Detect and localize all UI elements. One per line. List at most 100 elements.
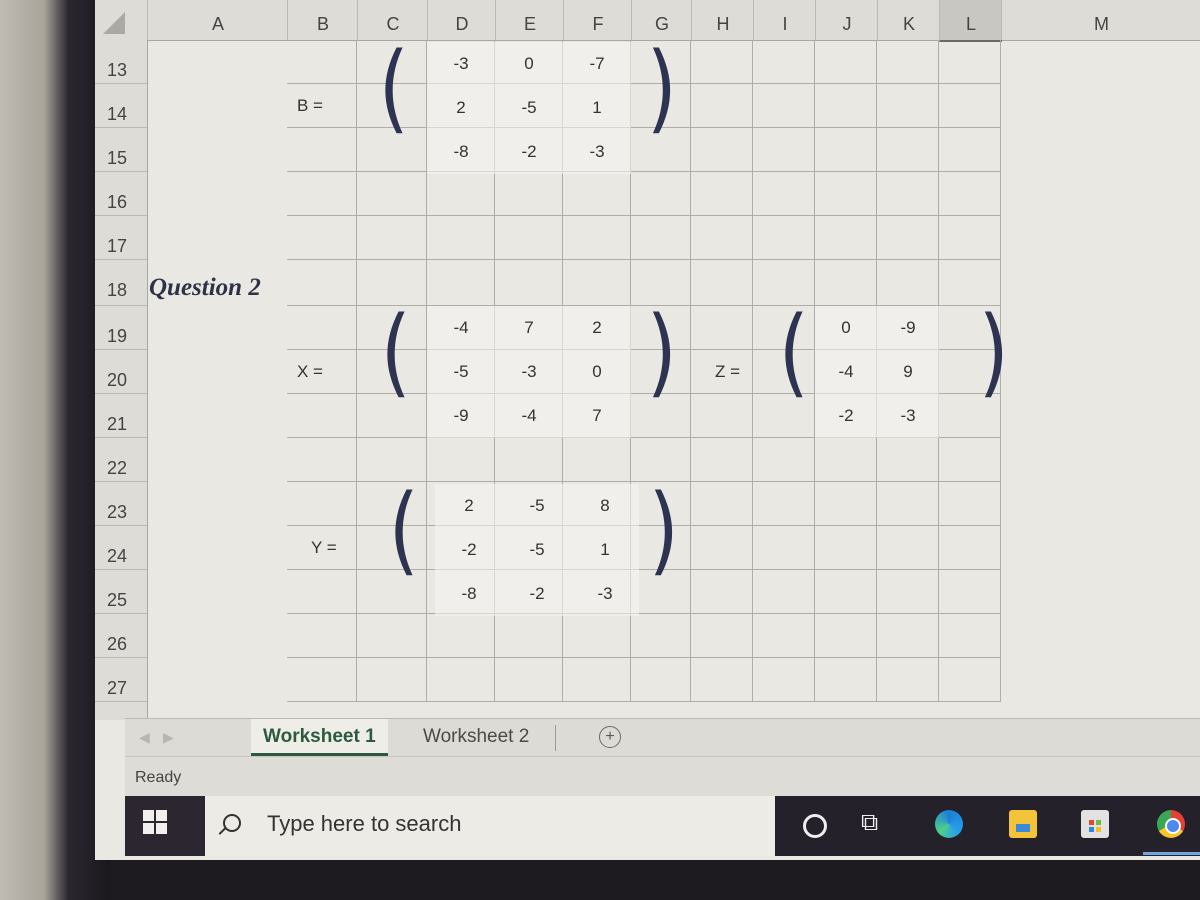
grid-cell[interactable]	[753, 658, 815, 702]
matrix-y-cell[interactable]: -2	[435, 528, 503, 572]
matrix-y-cell[interactable]: 1	[571, 528, 639, 572]
grid-cell[interactable]	[427, 614, 495, 658]
grid-cell[interactable]	[287, 172, 357, 216]
grid-cell[interactable]	[815, 260, 877, 306]
matrix-z-label[interactable]: Z =	[705, 350, 765, 394]
grid-cell[interactable]	[691, 84, 753, 128]
grid-cell[interactable]	[939, 172, 1001, 216]
grid-cell[interactable]	[877, 526, 939, 570]
matrix-b-label[interactable]: B =	[287, 84, 357, 128]
grid-cell[interactable]	[147, 394, 287, 438]
grid-cell[interactable]	[495, 614, 563, 658]
grid-cell[interactable]	[691, 260, 753, 306]
matrix-x-cell[interactable]: 7	[495, 306, 563, 350]
row-header-13[interactable]: 13	[95, 40, 147, 84]
grid-cell[interactable]	[287, 40, 357, 84]
task-view-icon[interactable]: ⧉	[861, 808, 889, 836]
tab-worksheet-1[interactable]: Worksheet 1	[251, 719, 388, 756]
grid-cell[interactable]	[815, 570, 877, 614]
grid-cell[interactable]	[147, 306, 287, 350]
matrix-x-cell[interactable]: -9	[427, 394, 495, 438]
grid-cell[interactable]	[815, 438, 877, 482]
matrix-b-cell[interactable]: 2	[427, 86, 495, 130]
grid-cell[interactable]	[753, 216, 815, 260]
grid-cell[interactable]	[147, 482, 287, 526]
matrix-y-cell[interactable]: -5	[503, 484, 571, 528]
grid-cell[interactable]	[939, 482, 1001, 526]
grid-cell[interactable]	[691, 306, 753, 350]
matrix-y-cell[interactable]: -2	[503, 572, 571, 616]
grid-cell[interactable]	[357, 614, 427, 658]
grid-cell[interactable]	[815, 172, 877, 216]
grid-cell[interactable]	[815, 128, 877, 172]
matrix-x-cell[interactable]: -3	[495, 350, 563, 394]
grid-cell[interactable]	[563, 172, 631, 216]
matrix-b-cell[interactable]: -5	[495, 86, 563, 130]
matrix-x-cell[interactable]: -4	[495, 394, 563, 438]
grid-cell[interactable]	[147, 216, 287, 260]
matrix-b-cell[interactable]: -3	[563, 130, 631, 174]
grid-cell[interactable]	[877, 128, 939, 172]
grid-cell[interactable]	[753, 614, 815, 658]
matrix-b-cell[interactable]: -7	[563, 42, 631, 86]
grid-cell[interactable]	[631, 614, 691, 658]
row-header-22[interactable]: 22	[95, 438, 147, 482]
grid-cell[interactable]	[753, 128, 815, 172]
grid-cell[interactable]	[147, 438, 287, 482]
matrix-b-cell[interactable]: -2	[495, 130, 563, 174]
grid-cell[interactable]	[691, 570, 753, 614]
matrix-x-cell[interactable]: 0	[563, 350, 631, 394]
select-all-button[interactable]	[103, 12, 125, 34]
sheet-next-arrow-icon[interactable]: ▶	[163, 729, 174, 746]
matrix-b-cell[interactable]: -3	[427, 42, 495, 86]
grid-cell[interactable]	[287, 394, 357, 438]
grid-cell[interactable]	[753, 172, 815, 216]
matrix-x-cell[interactable]: 7	[563, 394, 631, 438]
grid-cell[interactable]	[287, 216, 357, 260]
grid-cell[interactable]	[563, 658, 631, 702]
edge-icon[interactable]	[935, 810, 963, 838]
grid-cell[interactable]	[691, 216, 753, 260]
grid-cell[interactable]	[563, 438, 631, 482]
cortana-icon[interactable]	[803, 814, 827, 838]
matrix-y-cell[interactable]: 2	[435, 484, 503, 528]
matrix-x-label[interactable]: X =	[287, 350, 357, 394]
column-header-f[interactable]: F	[563, 0, 632, 40]
grid-cell[interactable]	[287, 306, 357, 350]
matrix-z-cell[interactable]: -4	[815, 350, 877, 394]
row-header-27[interactable]: 27	[95, 658, 147, 702]
grid-cell[interactable]	[563, 614, 631, 658]
grid-cell[interactable]	[815, 526, 877, 570]
matrix-b-cell[interactable]: 1	[563, 86, 631, 130]
grid-cell[interactable]	[877, 482, 939, 526]
grid-cell[interactable]	[815, 614, 877, 658]
grid-cell[interactable]	[691, 614, 753, 658]
grid-cell[interactable]	[815, 40, 877, 84]
grid-cell[interactable]	[427, 438, 495, 482]
row-header-23[interactable]: 23	[95, 482, 147, 526]
row-header-24[interactable]: 24	[95, 526, 147, 570]
grid-cell[interactable]	[427, 658, 495, 702]
matrix-x-cell[interactable]: -4	[427, 306, 495, 350]
grid-cell[interactable]	[877, 172, 939, 216]
matrix-x-cell[interactable]: 2	[563, 306, 631, 350]
grid-cell[interactable]	[691, 172, 753, 216]
column-header-a[interactable]: A	[147, 0, 288, 40]
grid-cell[interactable]	[753, 570, 815, 614]
grid-cell[interactable]	[147, 570, 287, 614]
grid-cell[interactable]	[939, 128, 1001, 172]
grid-cell[interactable]	[877, 216, 939, 260]
grid-cell[interactable]	[563, 216, 631, 260]
add-sheet-button[interactable]: +	[599, 726, 621, 748]
store-icon[interactable]	[1081, 810, 1109, 838]
grid-cell[interactable]	[691, 40, 753, 84]
matrix-z-cell[interactable]: -9	[877, 306, 939, 350]
row-header-21[interactable]: 21	[95, 394, 147, 438]
row-header-15[interactable]: 15	[95, 128, 147, 172]
grid-cell[interactable]	[939, 40, 1001, 84]
row-header-20[interactable]: 20	[95, 350, 147, 394]
grid-cell[interactable]	[877, 570, 939, 614]
row-header-25[interactable]: 25	[95, 570, 147, 614]
grid-cell[interactable]	[877, 84, 939, 128]
row-header-17[interactable]: 17	[95, 216, 147, 260]
